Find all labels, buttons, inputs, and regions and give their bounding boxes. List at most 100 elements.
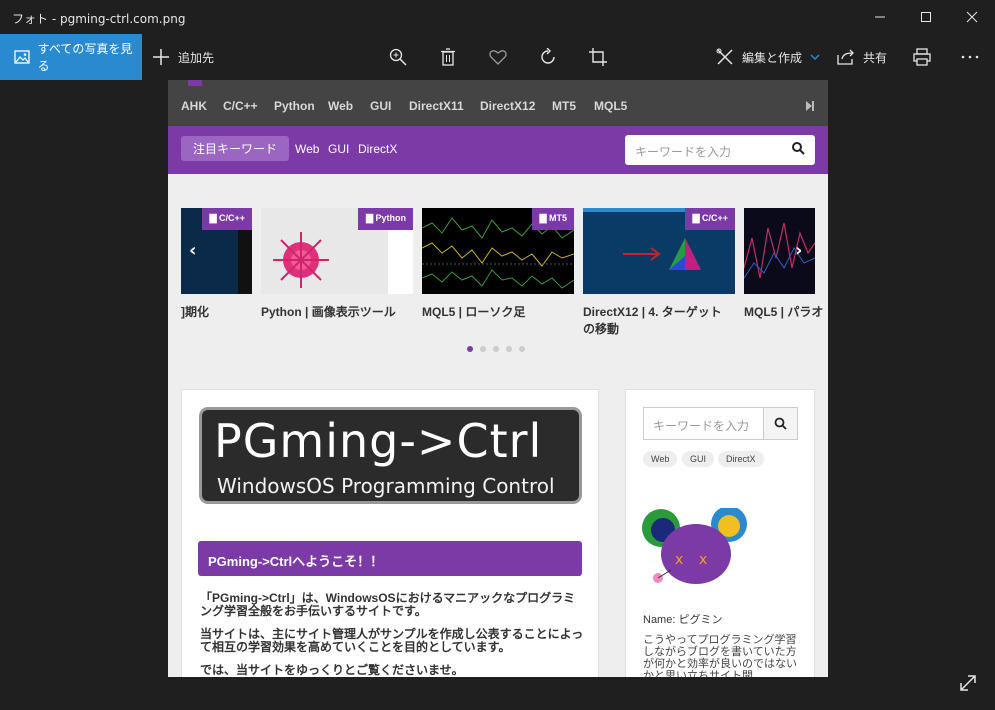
minimize-button[interactable]: [857, 0, 903, 34]
intro-paragraph: では、当サイトをゆっくりとご覧くださいませ。: [200, 663, 464, 677]
nav-item: DirectX11: [409, 99, 464, 113]
nav-item: GUI: [370, 99, 392, 113]
search-icon: [792, 142, 805, 155]
print-icon: [913, 48, 931, 66]
site-navbar: AHK C/C++ Python Web GUI DirectX11 Direc…: [168, 80, 828, 126]
slide-title: MQL5 | ローソク足: [422, 305, 526, 319]
site-logo: PGming->Ctrl WindowsOS Programming Contr…: [199, 407, 582, 504]
rotate-button[interactable]: [536, 45, 560, 69]
nav-scroll-icon: [806, 101, 814, 111]
nav-item: C/C++: [223, 99, 258, 113]
post-slider: ▇ C/C++ ‹ ]期化 ▇ Python Python | 画像表示ツール: [168, 174, 828, 354]
logo-title: PGming->Ctrl: [214, 414, 543, 468]
category-badge: ▇ MT5: [531, 208, 574, 230]
all-photos-button[interactable]: すべての写真を見る: [0, 34, 142, 80]
slide-title: DirectX12 | 4. ターゲットの移動: [583, 305, 722, 336]
slider-next-icon: ›: [795, 240, 803, 261]
site-search-box: キーワードを入力: [625, 135, 815, 165]
sidebar: キーワードを入力 Web GUI DirectX x x Name: ピグミン …: [625, 389, 815, 677]
profile-description: こうやってプログラミング学習しながらブログを書いていた方が何かと効率が良いのでは…: [643, 634, 797, 677]
share-icon: [837, 49, 854, 65]
displayed-photo[interactable]: AHK C/C++ Python Web GUI DirectX11 Direc…: [168, 80, 828, 677]
avatar-mascot: x x: [642, 508, 747, 584]
maximize-button[interactable]: [903, 0, 949, 34]
sidebar-search-button: [763, 407, 798, 440]
triangle-image: [623, 238, 701, 270]
sidebar-search-input: キーワードを入力: [643, 407, 764, 440]
crop-icon: [589, 48, 607, 66]
svg-text:x: x: [699, 552, 707, 568]
flower-image: [273, 232, 329, 288]
search-placeholder: キーワードを入力: [635, 145, 732, 159]
chevron-down-icon: [810, 54, 820, 60]
category-badge: ▇ Python: [358, 208, 413, 230]
print-button[interactable]: [910, 45, 934, 69]
edit-create-label: 編集と作成: [742, 50, 803, 65]
tag-chip: DirectX: [718, 451, 764, 467]
slider-dot: [519, 346, 525, 352]
more-button[interactable]: [958, 45, 982, 69]
add-to-label: 追加先: [178, 50, 215, 65]
toolbar: すべての写真を見る 追加先 編集と作成 共有: [0, 34, 995, 80]
favorite-button[interactable]: [486, 45, 510, 69]
keyword-tag: GUI: [328, 142, 350, 156]
nav-item: MT5: [552, 99, 576, 113]
keyword-label: 注目キーワード: [181, 136, 289, 161]
nav-item: MQL5: [594, 99, 628, 113]
slide-card: [744, 208, 815, 294]
slide-title: MQL5 | パラオ: [744, 305, 824, 319]
slide-card: ▇ Python: [261, 208, 413, 294]
heart-icon: [489, 50, 507, 65]
delete-button[interactable]: [436, 45, 460, 69]
nav-item: DirectX12: [480, 99, 536, 113]
nav-accent: [188, 80, 202, 86]
tag-chip: Web: [643, 451, 678, 467]
window-title: フォト - pgming-ctrl.com.png: [12, 12, 186, 26]
rotate-icon: [541, 48, 555, 64]
slider-dot: [480, 346, 486, 352]
logo-subtitle: WindowsOS Programming Control: [217, 474, 555, 498]
all-photos-label: すべての写真を見る: [37, 42, 133, 73]
maximize-icon: [921, 12, 931, 22]
slide-card: ▇ C/C++: [583, 208, 735, 294]
fullscreen-button[interactable]: [958, 673, 978, 697]
slider-prev-icon: ‹: [189, 240, 197, 261]
search-icon: [774, 417, 787, 430]
category-badge: ▇ C/C++: [201, 208, 252, 230]
add-to-button[interactable]: 追加先: [152, 34, 214, 80]
title-bar: フォト - pgming-ctrl.com.png: [0, 0, 995, 34]
zoom-button[interactable]: [386, 45, 410, 69]
zoom-in-icon: [389, 48, 407, 66]
trash-icon: [441, 48, 455, 66]
picture-icon: [14, 50, 30, 64]
close-button[interactable]: [949, 0, 995, 34]
slide-title: Python | 画像表示ツール: [261, 305, 396, 319]
keyword-tag: DirectX: [358, 142, 398, 156]
plus-icon: [153, 49, 169, 65]
edit-create-button[interactable]: 編集と作成: [716, 34, 820, 80]
svg-text:x: x: [675, 552, 683, 568]
nav-item: Python: [274, 99, 315, 113]
profile-name: Name: ピグミン: [643, 614, 723, 626]
minimize-icon: [875, 16, 885, 18]
slide-card: ▇ MT5: [422, 208, 574, 294]
crop-button[interactable]: [586, 45, 610, 69]
category-badge: ▇ C/C++: [684, 208, 735, 230]
nav-item: Web: [328, 99, 354, 113]
slider-dot: [493, 346, 499, 352]
slide-title: ]期化: [181, 305, 209, 319]
main-content: PGming->Ctrl WindowsOS Programming Contr…: [181, 389, 599, 677]
slider-dots: [467, 346, 525, 352]
intro-paragraph: 当サイトは、主にサイト管理人がサンプルを作成し公表することによって相互の学習効果…: [200, 627, 584, 654]
welcome-heading: PGming->Ctrlへようこそ！！: [198, 541, 582, 576]
keyword-bar: 注目キーワード Web GUI DirectX キーワードを入力: [168, 126, 828, 174]
share-button[interactable]: 共有: [837, 34, 887, 80]
more-icon: [961, 55, 979, 59]
slider-dot: [467, 346, 473, 352]
expand-icon: [960, 675, 976, 691]
indicator-chart-image: [744, 222, 815, 279]
tag-chip: GUI: [682, 451, 715, 467]
intro-paragraph: 「PGming->Ctrl」は、WindowsOSにおけるマニアックなプログラミ…: [200, 591, 576, 618]
edit-tools-icon: [716, 48, 733, 65]
keyword-tag: Web: [295, 142, 320, 156]
